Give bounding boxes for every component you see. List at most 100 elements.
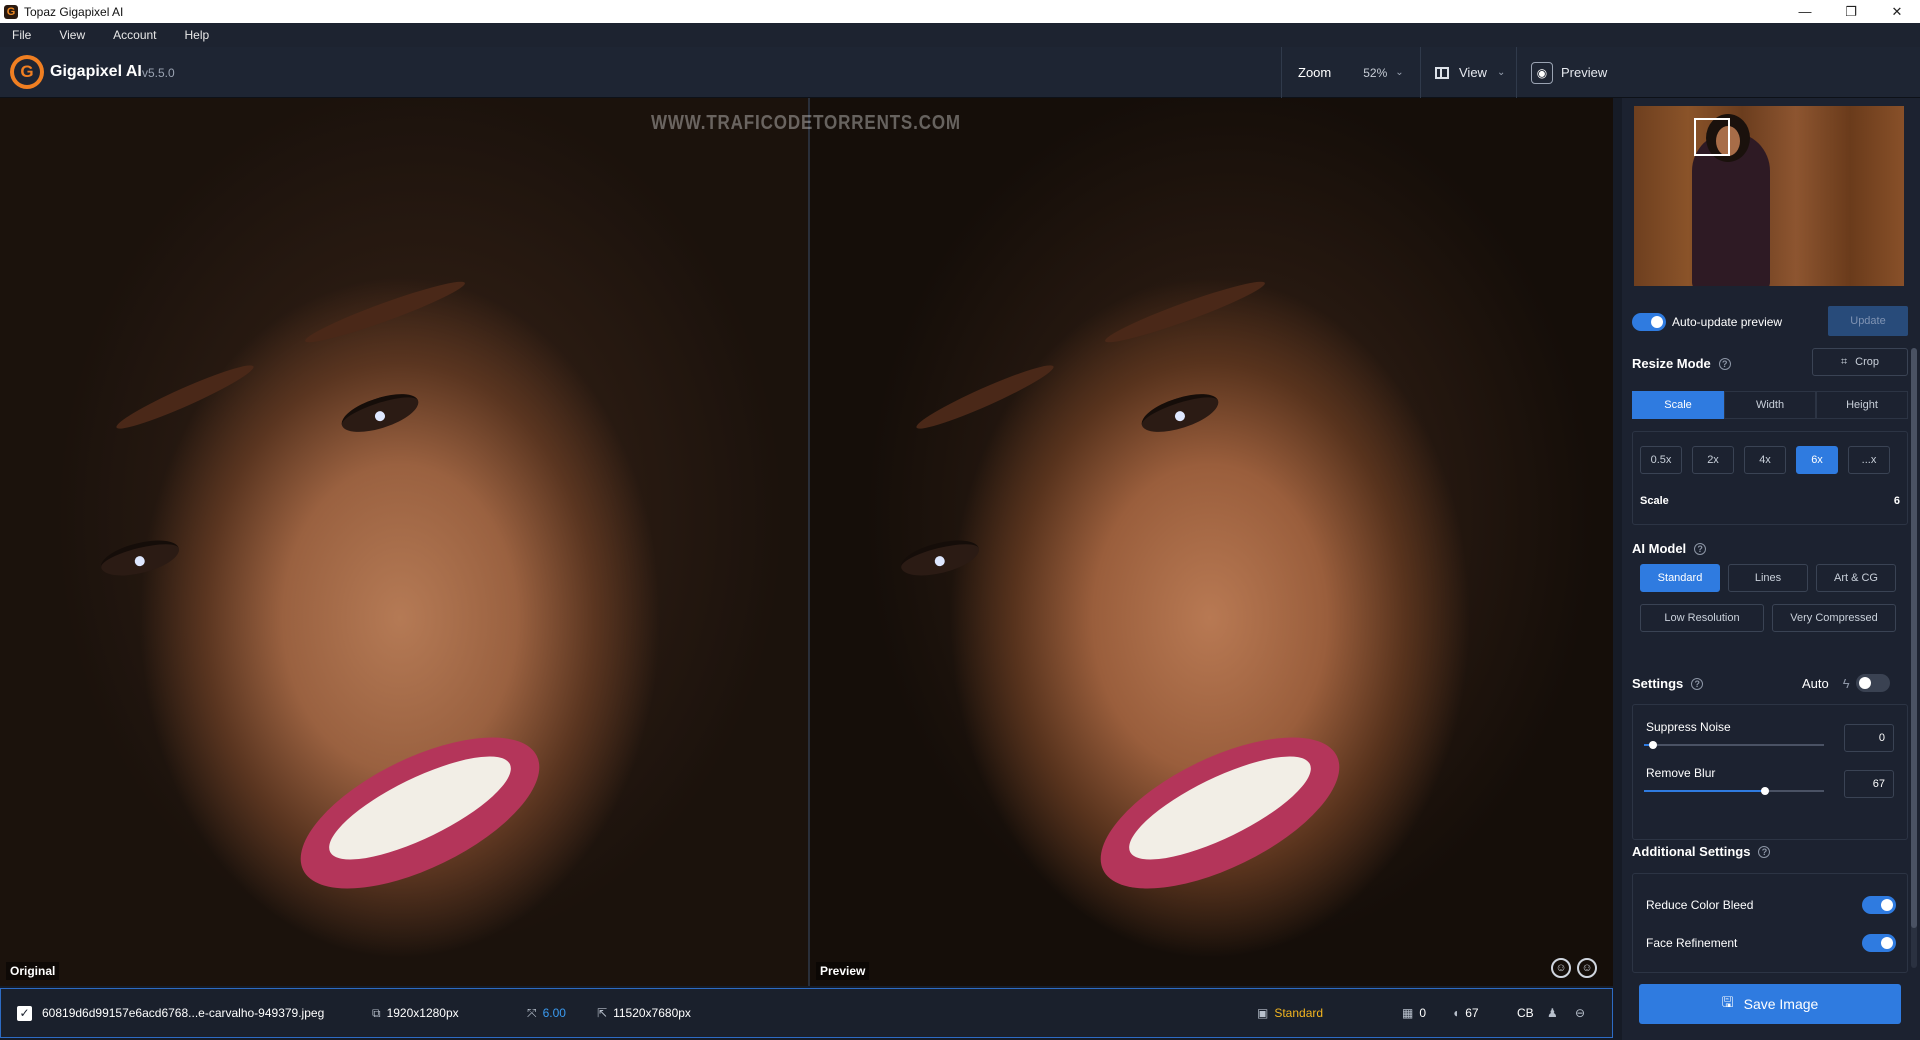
expand-icon: ⤧ <box>527 1005 537 1020</box>
zoom-value: 52% <box>1363 65 1388 80</box>
model-very-compressed[interactable]: Very Compressed <box>1772 604 1896 632</box>
eyebrow-shape <box>912 358 1058 436</box>
original-image[interactable]: Original <box>0 98 808 986</box>
eye-shape <box>97 533 183 583</box>
scale-custom[interactable]: ...x <box>1848 446 1890 474</box>
window-controls: — ❐ ✕ <box>1782 0 1920 23</box>
scale-6x[interactable]: 6x <box>1796 446 1838 474</box>
menu-help[interactable]: Help <box>185 28 210 42</box>
model-low-resolution[interactable]: Low Resolution <box>1640 604 1764 632</box>
tab-height[interactable]: Height <box>1816 391 1908 419</box>
maximize-button[interactable]: ❐ <box>1828 0 1874 23</box>
help-icon: ? <box>1694 542 1707 555</box>
close-button[interactable]: ✕ <box>1874 0 1920 23</box>
additional-settings-heading: Additional Settings? <box>1632 844 1771 859</box>
additional-settings-box <box>1632 873 1908 973</box>
remove-blur-slider[interactable] <box>1644 787 1824 795</box>
help-icon: ? <box>1691 677 1704 690</box>
settings-sidebar: Auto-update preview Update Resize Mode? … <box>1622 98 1920 1040</box>
app-version: v5.5.0 <box>142 66 175 80</box>
preview-image[interactable]: Preview ☺ ☺ <box>810 98 1613 986</box>
view-label: View <box>1459 65 1487 80</box>
auto-label: Auto <box>1802 675 1829 691</box>
chevron-down-icon: ⌄ <box>1395 67 1404 78</box>
face-refinement-toggle[interactable] <box>1862 934 1896 952</box>
viewport-selection[interactable] <box>1694 118 1730 156</box>
remove-blur-label: Remove Blur <box>1646 766 1716 780</box>
auto-settings-toggle[interactable] <box>1855 674 1890 692</box>
blur-icon: ◖ <box>1452 1006 1460 1020</box>
menu-view[interactable]: View <box>59 28 85 42</box>
reduce-color-bleed-label: Reduce Color Bleed <box>1646 898 1754 912</box>
eye-shape <box>1137 386 1223 440</box>
preview-button[interactable]: ◉ Preview <box>1516 47 1621 98</box>
face-refinement-label: Face Refinement <box>1646 936 1738 950</box>
watermark-text: WWW.TRAFICODETORRENTS.COM <box>651 112 961 134</box>
update-button[interactable]: Update <box>1828 306 1908 336</box>
face-neutral-icon[interactable]: ☺ <box>1577 958 1597 978</box>
menu-bar: File View Account Help <box>0 23 1920 47</box>
noise-icon: ▦ <box>1402 1006 1414 1020</box>
tab-width[interactable]: Width <box>1724 391 1816 419</box>
file-checkbox[interactable]: ✓ <box>17 1005 32 1021</box>
auto-update-row: Auto-update preview <box>1632 313 1782 331</box>
noise-value: ▦ 0 <box>1402 1006 1427 1020</box>
color-bleed-badge: CB <box>1517 1006 1534 1020</box>
save-image-label: Save Image <box>1743 996 1819 1012</box>
input-size: ⧉ 1920x1280px <box>372 1005 459 1021</box>
auto-update-label: Auto-update preview <box>1672 315 1783 329</box>
zoom-dropdown[interactable]: Zoom 52% ⌄ <box>1281 47 1406 98</box>
save-image-button[interactable]: 🖫 Save Image <box>1639 984 1901 1024</box>
crop-button[interactable]: ⌗ Crop <box>1812 348 1908 376</box>
remove-blur-input[interactable]: 67 <box>1844 770 1894 798</box>
preview-label: Preview <box>1561 65 1608 80</box>
zoom-label: Zoom <box>1298 65 1332 80</box>
minimize-button[interactable]: — <box>1782 0 1828 23</box>
auto-settings-row: Auto ϟ <box>1802 674 1890 692</box>
model-standard[interactable]: Standard <box>1640 564 1720 592</box>
preview-label: Preview <box>816 962 870 980</box>
scale-2x[interactable]: 2x <box>1692 446 1734 474</box>
settings-heading: Settings? <box>1632 676 1704 691</box>
tab-scale[interactable]: Scale <box>1632 391 1724 419</box>
image-canvas[interactable]: Original Preview ☺ ☺ WWW.TRAFICODETORREN… <box>0 98 1613 986</box>
save-disk-icon: 🖫 <box>1721 994 1734 1010</box>
navigator-thumbnail[interactable] <box>1634 106 1904 286</box>
auto-update-toggle[interactable] <box>1632 313 1666 331</box>
face-refine-icon: ♟ <box>1547 1006 1558 1020</box>
sidebar-scrollbar[interactable] <box>1911 348 1917 968</box>
face-refinement-row: Face Refinement <box>1646 934 1896 952</box>
eye-shape <box>897 533 983 583</box>
model-icon: ▣ <box>1257 1006 1269 1020</box>
eye-icon: ◉ <box>1531 61 1553 84</box>
scale-0-5x[interactable]: 0.5x <box>1640 446 1682 474</box>
app-icon: G <box>4 4 18 19</box>
model-art-cg[interactable]: Art & CG <box>1816 564 1896 592</box>
eyebrow-shape <box>112 358 258 436</box>
reduce-color-bleed-toggle[interactable] <box>1862 896 1896 914</box>
suppress-noise-label: Suppress Noise <box>1646 720 1731 734</box>
face-smile-icon[interactable]: ☺ <box>1551 958 1571 978</box>
menu-account[interactable]: Account <box>113 28 156 42</box>
scale-4x[interactable]: 4x <box>1744 446 1786 474</box>
resize-mode-heading: Resize Mode? <box>1632 356 1731 371</box>
split-view-icon <box>1435 66 1449 79</box>
remove-file-icon[interactable]: ⊖ <box>1575 1006 1591 1020</box>
blur-value: ◖ 67 <box>1452 1006 1479 1020</box>
scale-options: 0.5x 2x 4x 6x ...x <box>1640 446 1890 474</box>
view-dropdown[interactable]: View ⌄ <box>1420 47 1516 98</box>
suppress-noise-slider[interactable] <box>1644 741 1824 749</box>
menu-file[interactable]: File <box>12 28 31 42</box>
output-size: ⇱ 11520x7680px <box>597 1006 691 1020</box>
file-status-bar[interactable]: ✓ 60819d6d99157e6acd6768...e-carvalho-94… <box>0 988 1613 1038</box>
scale-factor: ⤧ 6.00 <box>527 1005 566 1021</box>
reduce-color-bleed-row: Reduce Color Bleed <box>1646 896 1896 914</box>
model-lines[interactable]: Lines <box>1728 564 1808 592</box>
suppress-noise-input[interactable]: 0 <box>1844 724 1894 752</box>
eye-shape <box>337 386 423 440</box>
help-icon: ? <box>1718 357 1731 370</box>
help-icon: ? <box>1758 845 1771 858</box>
eyebrow-shape <box>1102 274 1268 350</box>
app-name: Gigapixel AI <box>50 63 142 80</box>
scale-value[interactable]: 6 <box>1894 495 1900 507</box>
